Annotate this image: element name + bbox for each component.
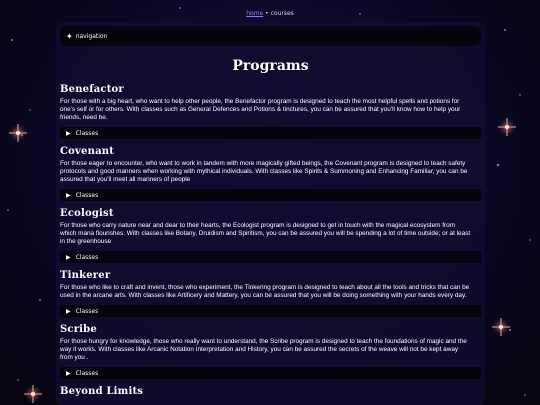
classes-label: Classes <box>75 191 99 199</box>
breadcrumb-separator: • <box>265 10 269 17</box>
program-title: Benefactor <box>60 84 124 95</box>
classes-toggle[interactable]: ▶ Classes <box>60 305 481 317</box>
classes-toggle[interactable]: ▶ Classes <box>60 127 481 139</box>
program-section: Scribe For those hungry for knowledge, t… <box>56 324 485 379</box>
disclosure-triangle-icon: ▶ <box>66 307 71 315</box>
lens-flare-star <box>24 385 42 403</box>
classes-toggle[interactable]: ▶ Classes <box>60 189 481 201</box>
program-title: Ecologist <box>60 208 114 219</box>
program-description: For those with a big heart, who want to … <box>60 98 461 121</box>
disclosure-triangle-icon: ▶ <box>66 129 71 137</box>
classes-label: Classes <box>75 369 99 377</box>
breadcrumb-home-link[interactable]: home <box>246 10 263 17</box>
navigation-bar[interactable]: ✦ navigation <box>60 26 481 46</box>
lens-flare-star <box>492 318 510 336</box>
program-description: For those who carry nature near and dear… <box>60 222 471 245</box>
breadcrumb: home • courses <box>0 10 540 17</box>
program-title: Covenant <box>60 146 115 157</box>
classes-toggle[interactable]: ▶ Classes <box>60 251 481 263</box>
program-section: Covenant For those eager to encounter, w… <box>56 146 485 201</box>
disclosure-triangle-icon: ▶ <box>66 253 71 261</box>
program-title: Tinkerer <box>60 270 111 281</box>
navigation-label: navigation <box>75 32 108 40</box>
program-section: Tinkerer For those who like to craft and… <box>56 270 485 317</box>
classes-label: Classes <box>75 253 99 261</box>
program-title: Scribe <box>60 324 97 335</box>
classes-label: Classes <box>75 129 99 137</box>
program-description: For those hungry for knowledge, those wh… <box>60 338 467 361</box>
disclosure-triangle-icon: ▶ <box>66 191 71 199</box>
star-icon: ✦ <box>66 31 73 41</box>
content-panel: ✦ navigation Programs Benefactor For tho… <box>56 22 485 405</box>
program-section: Benefactor For those with a big heart, w… <box>56 84 485 139</box>
classes-label: Classes <box>75 307 99 315</box>
classes-toggle[interactable]: ▶ Classes <box>60 367 481 379</box>
program-section: Ecologist For those who carry nature nea… <box>56 208 485 263</box>
disclosure-triangle-icon: ▶ <box>66 369 71 377</box>
program-description: For those eager to encounter, who want t… <box>60 160 468 183</box>
lens-flare-star <box>498 118 516 136</box>
lens-flare-star <box>9 124 27 142</box>
program-description: For those who like to craft and invent, … <box>60 284 470 299</box>
breadcrumb-current: courses <box>270 10 294 17</box>
page-title: Programs <box>232 58 309 74</box>
program-title: Beyond Limits <box>60 386 144 397</box>
program-section: Beyond Limits <box>56 386 485 397</box>
